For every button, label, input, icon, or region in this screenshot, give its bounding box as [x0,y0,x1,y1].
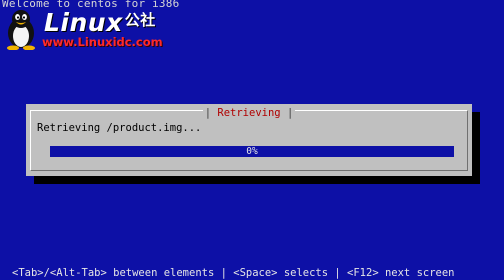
progress-bar: 0% [50,146,454,157]
dialog-frame: | Retrieving | [30,107,468,171]
tux-penguin-icon [7,10,35,50]
progress-label: 0% [246,146,258,157]
retrieving-dialog: | Retrieving | Retrieving /product.img..… [26,104,472,176]
watermark-url: www.Linuxidc.com [42,35,163,49]
help-line: <Tab>/<Alt-Tab> between elements | <Spac… [12,267,455,279]
dialog-title: Retrieving [217,107,281,119]
dialog-title-bar: | Retrieving | [202,107,296,119]
linuxidc-watermark: Linux 公社 www.Linuxidc.com [4,4,184,52]
dialog-message: Retrieving /product.img... [37,122,202,134]
watermark-logo-text: Linux 公社 [44,8,156,37]
